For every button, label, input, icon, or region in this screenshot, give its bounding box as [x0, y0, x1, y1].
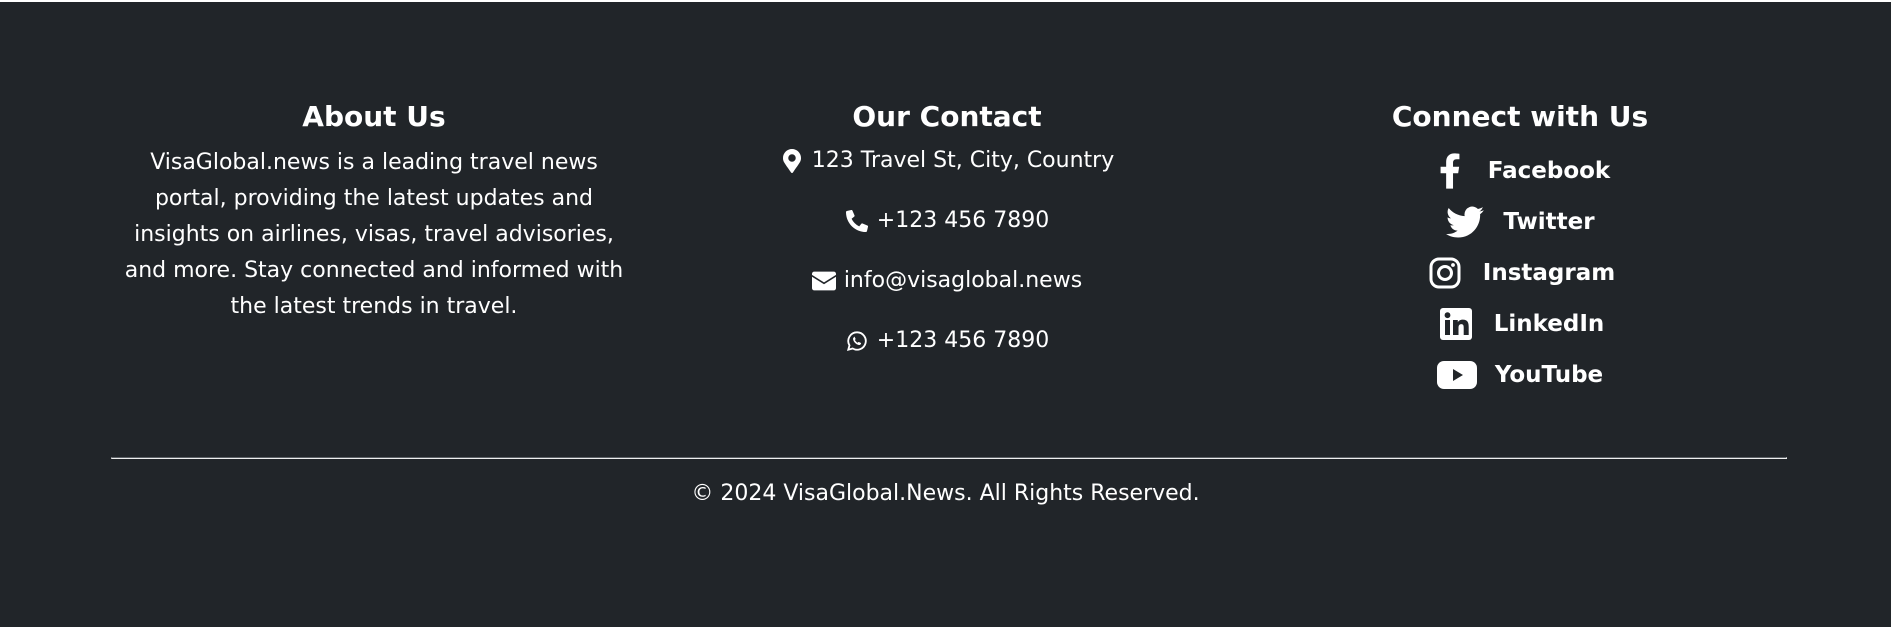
site-footer: About Us VisaGlobal.news is a leading tr… — [0, 0, 1891, 627]
social-item-twitter: Twitter — [1360, 196, 1680, 247]
about-section: About Us VisaGlobal.news is a leading tr… — [111, 97, 637, 325]
contact-whatsapp-text: +123 456 7890 — [876, 328, 1050, 353]
contact-address-text: 123 Travel St, City, Country — [811, 148, 1115, 173]
contact-item-phone: +123 456 7890 — [707, 203, 1187, 239]
facebook-link[interactable]: Facebook — [1430, 152, 1611, 189]
linkedin-icon — [1436, 306, 1476, 342]
youtube-icon — [1436, 357, 1477, 393]
social-item-youtube: YouTube — [1360, 349, 1680, 400]
contact-item-whatsapp: +123 456 7890 — [707, 323, 1187, 359]
facebook-icon — [1430, 152, 1470, 189]
youtube-label: YouTube — [1494, 361, 1604, 388]
social-item-facebook: Facebook — [1360, 145, 1680, 196]
map-marker-icon — [780, 149, 804, 173]
linkedin-label: LinkedIn — [1493, 310, 1605, 337]
phone-icon — [845, 209, 869, 233]
contact-section: Our Contact 123 Travel St, City, Country… — [707, 97, 1187, 383]
contact-item-address: 123 Travel St, City, Country — [707, 143, 1187, 179]
contact-heading: Our Contact — [852, 100, 1042, 133]
social-section: Connect with Us Facebook Twitter Instagr… — [1360, 97, 1680, 400]
contact-email-text: info@visaglobal.news — [843, 268, 1083, 293]
linkedin-link[interactable]: LinkedIn — [1436, 306, 1605, 342]
instagram-link[interactable]: Instagram — [1425, 255, 1615, 291]
youtube-link[interactable]: YouTube — [1436, 357, 1604, 393]
contact-phone-text: +123 456 7890 — [876, 208, 1050, 233]
social-item-linkedin: LinkedIn — [1360, 298, 1680, 349]
contact-list: 123 Travel St, City, Country +123 456 78… — [707, 143, 1187, 359]
whatsapp-icon — [845, 329, 869, 353]
facebook-label: Facebook — [1487, 157, 1611, 184]
twitter-icon — [1445, 204, 1485, 240]
contact-item-email: info@visaglobal.news — [707, 263, 1187, 299]
instagram-icon — [1425, 255, 1465, 291]
twitter-label: Twitter — [1503, 208, 1595, 235]
about-text: VisaGlobal.news is a leading travel news… — [124, 150, 624, 319]
social-heading: Connect with Us — [1391, 100, 1649, 133]
about-heading: About Us — [302, 100, 446, 133]
footer-divider — [111, 457, 1787, 459]
copyright-text: © 2024 VisaGlobal.News. All Rights Reser… — [691, 481, 1200, 506]
envelope-icon — [811, 269, 836, 293]
social-list: Facebook Twitter Instagram LinkedIn YouT… — [1360, 145, 1680, 400]
twitter-link[interactable]: Twitter — [1445, 204, 1595, 240]
instagram-label: Instagram — [1482, 259, 1616, 286]
social-item-instagram: Instagram — [1360, 247, 1680, 298]
